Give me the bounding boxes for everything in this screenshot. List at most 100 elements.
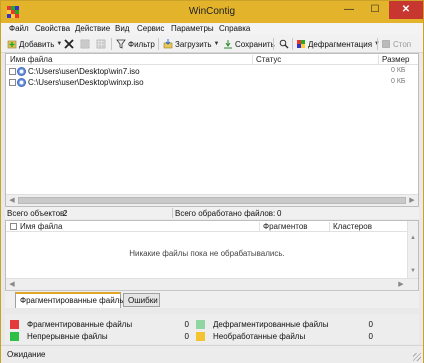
vertical-scrollbar[interactable]: ▲ ▼ (407, 221, 418, 278)
chevron-down-icon[interactable]: ▼ (56, 41, 62, 47)
column-header-fragments[interactable]: Фрагментов (263, 222, 308, 231)
menu-service[interactable]: Сервис (137, 24, 164, 33)
tab-fragmented-files[interactable]: Фрагментированные файлы (15, 292, 125, 308)
file-size: 0 КБ (391, 78, 406, 85)
status-text: Ожидание (7, 350, 46, 359)
search-button[interactable] (279, 38, 289, 50)
column-header-status[interactable]: Статус (256, 55, 281, 64)
column-divider[interactable] (259, 222, 260, 231)
column-header-name[interactable]: Имя файла (10, 55, 52, 64)
status-divider (172, 208, 173, 218)
toolbar-separator (292, 38, 293, 50)
table-row[interactable]: C:\Users\user\Desktop\win7.iso 0 КБ (6, 66, 418, 77)
toolbar-separator (273, 38, 274, 50)
legend: Фрагментированные файлы 0 Непрерывные фа… (5, 314, 419, 344)
disc-image-icon (17, 67, 26, 76)
chevron-down-icon[interactable]: ▼ (214, 41, 220, 47)
total-objects-label: Всего объектов: (7, 209, 67, 218)
column-header-size[interactable]: Размер (382, 55, 410, 64)
remove-button[interactable] (64, 38, 74, 50)
menu-file[interactable]: Файл (9, 24, 29, 33)
select-all-checkbox[interactable] (10, 223, 17, 230)
legend-item-fragmented: Фрагментированные файлы (10, 319, 132, 329)
scroll-right-arrow-icon[interactable]: ▶ (396, 280, 406, 290)
pin-button[interactable] (80, 38, 90, 50)
results-list-header: Имя файла Фрагментов Кластеров (6, 221, 418, 232)
menu-action[interactable]: Действие (75, 24, 110, 33)
files-list-header: Имя файла Статус Размер (6, 54, 418, 65)
scroll-left-arrow-icon[interactable]: ◀ (7, 280, 17, 290)
scroll-down-arrow-icon[interactable]: ▼ (408, 266, 418, 276)
load-label: Загрузить (175, 39, 212, 49)
stop-button[interactable]: Стоп (381, 38, 411, 50)
disc-image-icon (17, 78, 26, 87)
legend-label: Фрагментированные файлы (27, 319, 133, 329)
status-bar: Ожидание (1, 345, 423, 363)
filter-icon (116, 39, 126, 49)
table-row[interactable]: C:\Users\user\Desktop\winxp.iso 0 КБ (6, 77, 418, 88)
legend-value: 0 (368, 320, 373, 329)
red-swatch-icon (10, 319, 19, 329)
legend-value: 0 (184, 332, 189, 341)
menu-parameters[interactable]: Параметры (171, 24, 214, 33)
tab-errors[interactable]: Ошибки (123, 293, 160, 307)
legend-label: Непрерывные файлы (27, 331, 108, 341)
toolbar: Добавить ▼ Фильтр Загрузить ▼ Сохранить (1, 35, 423, 53)
light-green-swatch-icon (196, 319, 205, 329)
object-count-bar: Всего объектов: 2 Всего обработано файло… (5, 207, 419, 219)
pin-icon (80, 39, 90, 49)
scroll-up-arrow-icon[interactable]: ▲ (408, 233, 418, 243)
column-divider[interactable] (378, 55, 379, 64)
filter-button[interactable]: Фильтр (116, 38, 155, 50)
row-checkbox[interactable] (9, 68, 16, 75)
defrag-label: Дефрагментация (308, 39, 373, 49)
column-header-name[interactable]: Имя файла (20, 222, 62, 231)
files-list: Имя файла Статус Размер C:\Users\user\De… (5, 53, 419, 207)
file-name: C:\Users\user\Desktop\winxp.iso (28, 78, 144, 87)
row-checkbox[interactable] (9, 79, 16, 86)
scrollbar-thumb[interactable] (18, 197, 406, 204)
toolbar-separator (377, 38, 378, 50)
grid-view-button[interactable] (96, 38, 106, 50)
scroll-right-arrow-icon[interactable]: ▶ (407, 196, 417, 206)
stop-label: Стоп (393, 39, 412, 49)
legend-item-unprocessed: Необработанные файлы (196, 331, 305, 341)
menu-view[interactable]: Вид (115, 24, 129, 33)
column-divider[interactable] (329, 222, 330, 231)
search-icon (279, 39, 289, 49)
horizontal-scrollbar[interactable]: ◀ ▶ (6, 278, 418, 290)
defrag-button[interactable]: Дефрагментация ▼ (296, 38, 380, 50)
load-button[interactable]: Загрузить ▼ (163, 38, 219, 50)
legend-item-contiguous: Непрерывные файлы (10, 331, 108, 341)
menu-properties[interactable]: Свойства (35, 24, 70, 33)
add-label: Добавить (19, 39, 55, 49)
file-name: C:\Users\user\Desktop\win7.iso (28, 67, 140, 76)
save-button[interactable]: Сохранить (223, 38, 275, 50)
legend-value: 0 (184, 320, 189, 329)
add-icon (7, 40, 17, 49)
title-bar[interactable]: WinContig — ☐ ✕ (1, 1, 423, 23)
empty-message: Никакие файлы пока не обрабатывались. (129, 249, 285, 258)
close-button[interactable]: ✕ (389, 1, 423, 19)
remove-icon (64, 39, 74, 49)
minimize-button[interactable]: — (336, 1, 362, 19)
horizontal-scrollbar[interactable]: ◀ ▶ (6, 194, 418, 206)
column-divider[interactable] (252, 55, 253, 64)
green-swatch-icon (10, 331, 19, 341)
maximize-button[interactable]: ☐ (362, 1, 388, 19)
load-icon (163, 39, 173, 49)
yellow-swatch-icon (196, 331, 205, 341)
total-objects-value: 2 (63, 209, 68, 218)
resize-grip-icon[interactable] (413, 353, 421, 361)
menu-bar: Файл Свойства Действие Вид Сервис Параме… (1, 23, 423, 35)
results-list: Имя файла Фрагментов Кластеров Никакие ф… (5, 220, 419, 290)
processed-files-value: 0 (277, 209, 282, 218)
save-icon (224, 40, 232, 49)
column-header-clusters[interactable]: Кластеров (333, 222, 372, 231)
file-size: 0 КБ (391, 67, 406, 74)
scroll-left-arrow-icon[interactable]: ◀ (7, 196, 17, 206)
processed-files-label: Всего обработано файлов: (175, 209, 276, 218)
add-button[interactable]: Добавить ▼ (7, 38, 62, 50)
menu-help[interactable]: Справка (219, 24, 250, 33)
results-tabs: Фрагментированные файлы Ошибки (5, 290, 419, 308)
